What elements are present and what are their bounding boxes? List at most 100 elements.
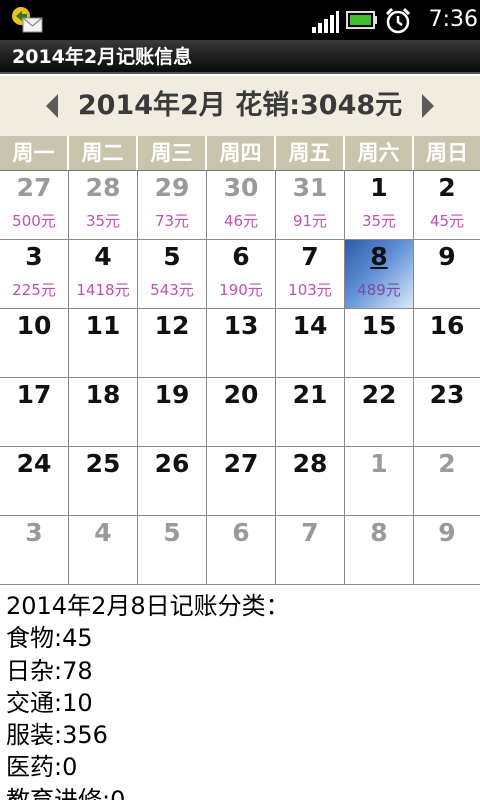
weekday-header: 周一 周二 周三 周四 周五 周六 周日 bbox=[0, 136, 480, 170]
calendar-day-cell[interactable]: 10 bbox=[0, 309, 69, 378]
day-number: 20 bbox=[223, 380, 259, 409]
app-title-bar: 2014年2月记账信息 bbox=[0, 40, 480, 74]
calendar-day-cell[interactable]: 1 bbox=[345, 447, 414, 516]
day-number: 22 bbox=[361, 380, 397, 409]
calendar-day-cell[interactable]: 5 bbox=[138, 516, 207, 585]
category-item: 食物:45 bbox=[6, 624, 93, 653]
calendar-day-cell[interactable]: 27 bbox=[207, 447, 276, 516]
calendar-day-cell[interactable]: 9 bbox=[414, 516, 480, 585]
calendar-day-cell[interactable]: 23 bbox=[414, 378, 480, 447]
day-number: 8 bbox=[370, 518, 388, 547]
calendar-day-cell[interactable]: 28 bbox=[276, 447, 345, 516]
calendar-day-cell[interactable]: 25 bbox=[69, 447, 138, 516]
day-number: 13 bbox=[223, 311, 259, 340]
day-number: 18 bbox=[85, 380, 121, 409]
status-bar: 7:36 bbox=[0, 0, 480, 40]
calendar-day-cell[interactable]: 15 bbox=[345, 309, 414, 378]
day-number: 7 bbox=[301, 518, 319, 547]
calendar-day-cell[interactable]: 2 bbox=[414, 447, 480, 516]
day-number: 29 bbox=[154, 173, 190, 202]
day-number: 8 bbox=[370, 242, 388, 271]
day-spending-amount: 35元 bbox=[85, 212, 121, 230]
app-title: 2014年2月记账信息 bbox=[12, 46, 193, 68]
chevron-right-icon[interactable] bbox=[418, 92, 438, 120]
category-item: 日杂:78 bbox=[6, 656, 93, 685]
calendar-day-cell[interactable]: 31 91元 bbox=[276, 171, 345, 240]
calendar-day-cell[interactable]: 9 bbox=[414, 240, 480, 309]
calendar-day-cell[interactable]: 21 bbox=[276, 378, 345, 447]
day-number: 24 bbox=[16, 449, 52, 478]
calendar-day-cell[interactable]: 8 bbox=[345, 516, 414, 585]
chevron-left-icon[interactable] bbox=[42, 92, 62, 120]
calendar-day-cell[interactable]: 2 45元 bbox=[414, 171, 480, 240]
day-number: 14 bbox=[292, 311, 328, 340]
day-number: 23 bbox=[429, 380, 465, 409]
calendar-day-cell[interactable]: 17 bbox=[0, 378, 69, 447]
calendar-day-cell[interactable]: 5 543元 bbox=[138, 240, 207, 309]
calendar-day-cell[interactable]: 16 bbox=[414, 309, 480, 378]
status-time: 7:36 bbox=[428, 7, 478, 32]
calendar-day-cell[interactable]: 4 1418元 bbox=[69, 240, 138, 309]
calendar-day-cell[interactable]: 19 bbox=[138, 378, 207, 447]
calendar-day-cell[interactable]: 6 bbox=[207, 516, 276, 585]
category-item: 服装:356 bbox=[6, 721, 108, 750]
calendar-day-cell[interactable]: 22 bbox=[345, 378, 414, 447]
calendar-day-cell[interactable]: 1 35元 bbox=[345, 171, 414, 240]
calendar-day-cell[interactable]: 3 225元 bbox=[0, 240, 69, 309]
calendar-day-cell[interactable]: 11 bbox=[69, 309, 138, 378]
day-category-details: 2014年2月8日记账分类： 食物:45 日杂:78 交通:10 服装:356 … bbox=[6, 590, 476, 800]
calendar-day-cell[interactable]: 20 bbox=[207, 378, 276, 447]
calendar-day-cell[interactable]: 24 bbox=[0, 447, 69, 516]
day-number: 10 bbox=[16, 311, 52, 340]
day-number: 3 bbox=[25, 518, 43, 547]
day-spending-amount: 190元 bbox=[219, 281, 263, 299]
day-number: 21 bbox=[292, 380, 328, 409]
weekday-label: 周日 bbox=[414, 136, 480, 170]
day-number: 19 bbox=[154, 380, 190, 409]
calendar-day-cell[interactable]: 13 bbox=[207, 309, 276, 378]
day-number: 4 bbox=[94, 242, 112, 271]
calendar-day-cell[interactable]: 7 bbox=[276, 516, 345, 585]
day-number: 15 bbox=[361, 311, 397, 340]
day-number: 5 bbox=[163, 518, 181, 547]
weekday-label: 周三 bbox=[138, 136, 207, 170]
day-number: 27 bbox=[16, 173, 52, 202]
day-number: 1 bbox=[370, 173, 388, 202]
calendar-day-cell[interactable]: 26 bbox=[138, 447, 207, 516]
day-spending-amount: 35元 bbox=[361, 212, 397, 230]
day-number: 3 bbox=[25, 242, 43, 271]
day-number: 2 bbox=[438, 173, 456, 202]
calendar-day-cell[interactable]: 30 46元 bbox=[207, 171, 276, 240]
day-number: 16 bbox=[429, 311, 465, 340]
weekday-label: 周六 bbox=[345, 136, 414, 170]
category-item: 医药:0 bbox=[6, 753, 78, 782]
day-number: 25 bbox=[85, 449, 121, 478]
calendar-day-cell[interactable]: 12 bbox=[138, 309, 207, 378]
calendar-day-cell[interactable]: 28 35元 bbox=[69, 171, 138, 240]
day-spending-amount: 46元 bbox=[223, 212, 259, 230]
calendar-day-cell[interactable]: 14 bbox=[276, 309, 345, 378]
calendar-day-cell[interactable]: 6 190元 bbox=[207, 240, 276, 309]
calendar-day-cell[interactable]: 7 103元 bbox=[276, 240, 345, 309]
details-heading: 2014年2月8日记账分类： bbox=[6, 592, 290, 620]
calendar-day-cell[interactable]: 18 bbox=[69, 378, 138, 447]
day-number: 30 bbox=[223, 173, 259, 202]
signal-icon bbox=[312, 11, 339, 33]
day-number: 1 bbox=[370, 449, 388, 478]
calendar-day-cell[interactable]: 3 bbox=[0, 516, 69, 585]
calendar-day-cell[interactable]: 27 500元 bbox=[0, 171, 69, 240]
day-spending-amount: 500元 bbox=[12, 212, 56, 230]
day-number: 4 bbox=[94, 518, 112, 547]
calendar-day-cell[interactable]: 29 73元 bbox=[138, 171, 207, 240]
day-spending-amount: 543元 bbox=[150, 281, 194, 299]
calendar-day-cell-selected[interactable]: 8 489元 bbox=[345, 240, 414, 309]
day-spending-amount: 103元 bbox=[288, 281, 332, 299]
weekday-label: 周五 bbox=[276, 136, 345, 170]
calendar-day-cell[interactable]: 4 bbox=[69, 516, 138, 585]
battery-icon bbox=[346, 11, 377, 29]
weekday-label: 周二 bbox=[69, 136, 138, 170]
day-number: 27 bbox=[223, 449, 259, 478]
category-item: 交通:10 bbox=[6, 688, 93, 717]
weekday-label: 周四 bbox=[207, 136, 276, 170]
calendar-grid: 27 500元 28 35元 29 73元 30 46元 31 91元 1 35元 2 45元 3 225元 4… bbox=[0, 170, 480, 585]
